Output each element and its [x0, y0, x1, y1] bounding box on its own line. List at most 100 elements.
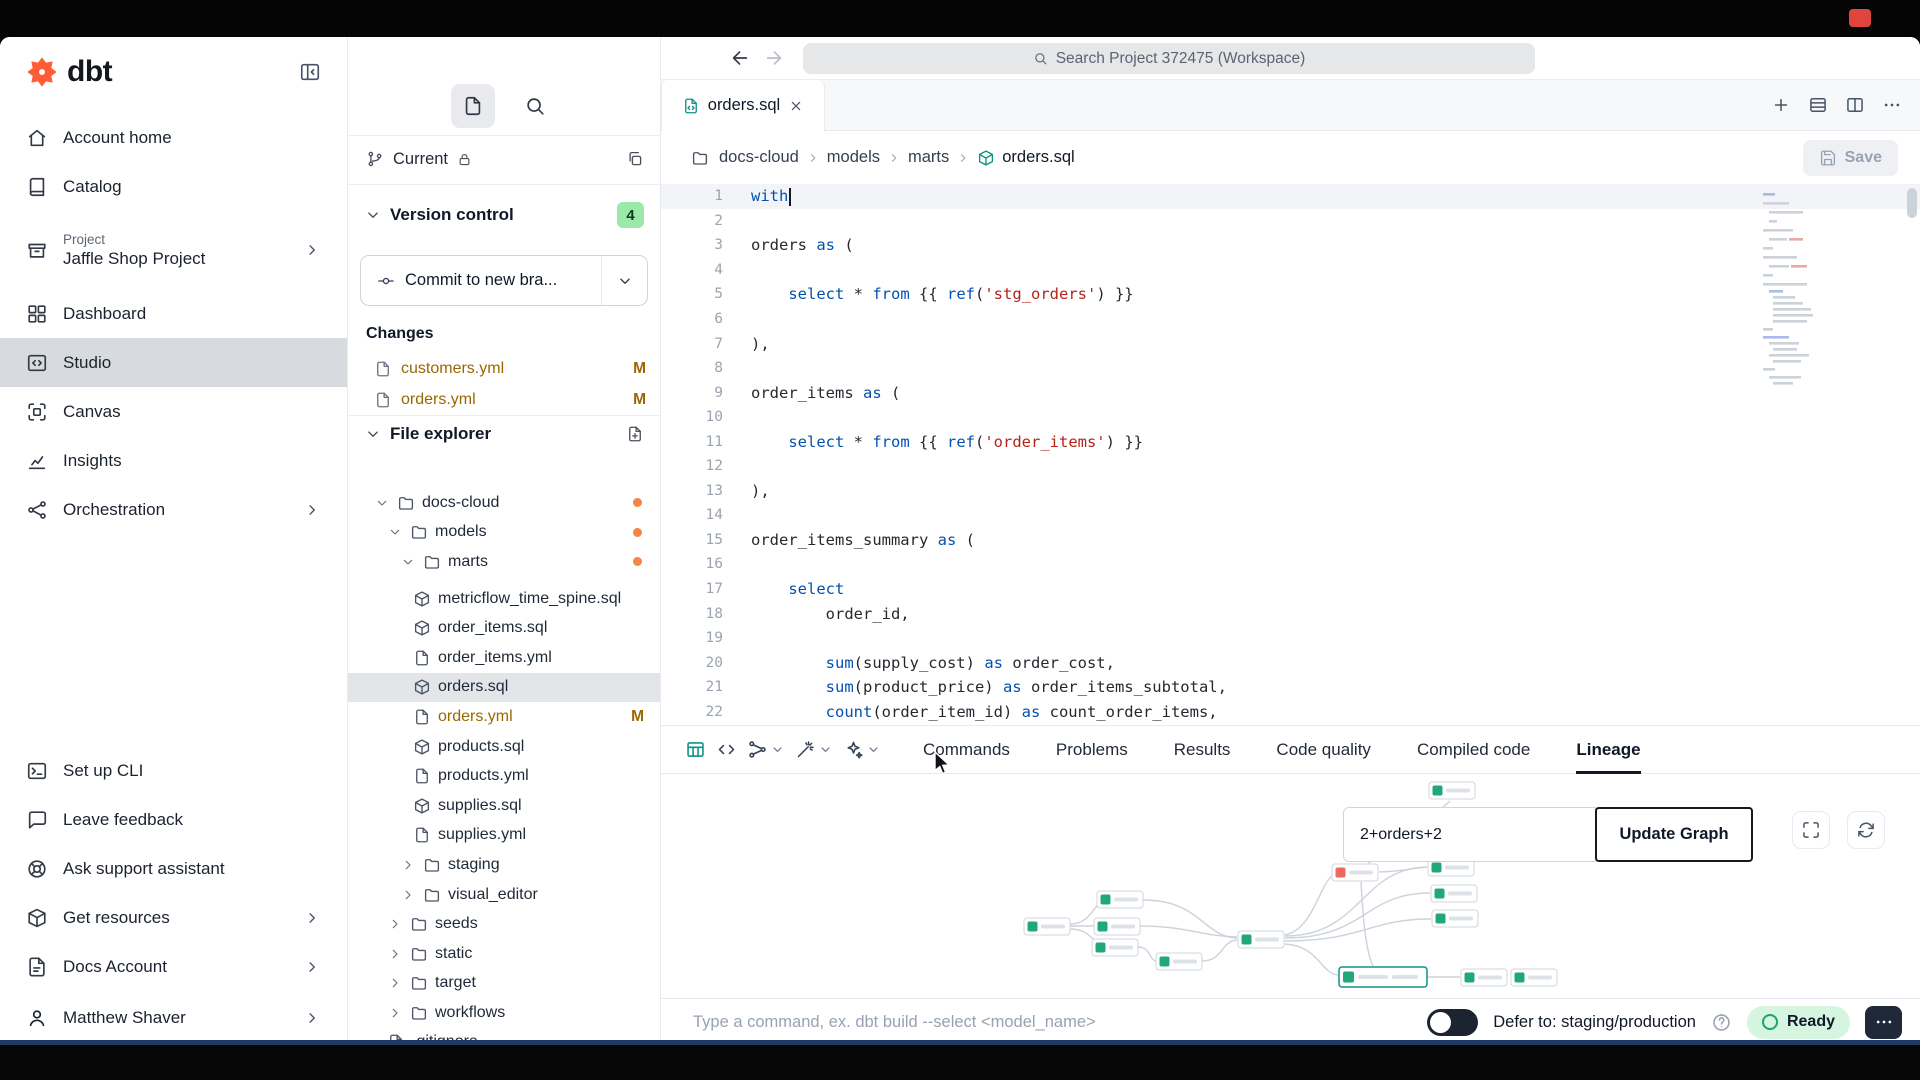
sidebar-item-jaffle-shop-project[interactable]: ProjectJaffle Shop Project — [0, 211, 347, 289]
code-line-21[interactable]: 21 sum(product_price) as order_items_sub… — [661, 675, 1920, 700]
new-file-icon[interactable] — [626, 425, 644, 443]
open-editors-icon[interactable] — [1808, 95, 1828, 115]
code-line-4[interactable]: 4 — [661, 258, 1920, 283]
sidebar-item-set-up-cli[interactable]: Set up CLI — [0, 746, 347, 795]
commit-button[interactable]: Commit to new bra... — [360, 255, 648, 306]
breadcrumb-item[interactable]: marts — [908, 148, 949, 167]
code-line-19[interactable]: 19 — [661, 626, 1920, 651]
new-tab-icon[interactable] — [1771, 95, 1791, 115]
sidebar-item-get-resources[interactable]: Get resources — [0, 893, 347, 942]
tab-orders-sql[interactable]: orders.sql — [661, 80, 825, 131]
panel-tab-compiled-code[interactable]: Compiled code — [1417, 726, 1530, 773]
code-line-16[interactable]: 16 — [661, 552, 1920, 577]
search-files-button[interactable] — [513, 84, 557, 128]
tree-item-supplies-yml[interactable]: supplies.yml — [348, 821, 660, 851]
tree-item-metricflow-time-spine-sql[interactable]: metricflow_time_spine.sql — [348, 584, 660, 614]
build-dropdown[interactable] — [747, 739, 785, 760]
sidebar-item-ask-support-assistant[interactable]: Ask support assistant — [0, 844, 347, 893]
breadcrumb-item[interactable]: models — [827, 148, 880, 167]
command-input[interactable]: Type a command, ex. dbt build --select <… — [693, 1013, 1096, 1032]
code-line-3[interactable]: 3orders as ( — [661, 233, 1920, 258]
files-view-button[interactable] — [451, 84, 495, 128]
panel-tab-problems[interactable]: Problems — [1056, 726, 1128, 773]
sidebar-item-orchestration[interactable]: Orchestration — [0, 485, 347, 534]
fullscreen-button[interactable] — [1792, 811, 1830, 849]
project-search[interactable]: Search Project 372475 (Workspace) — [803, 43, 1535, 74]
refresh-graph-button[interactable] — [1847, 811, 1885, 849]
version-control-section-header[interactable]: Version control 4 — [364, 197, 644, 233]
code-line-22[interactable]: 22 count(order_item_id) as count_order_i… — [661, 699, 1920, 724]
tree-item-visual-editor[interactable]: visual_editor — [348, 880, 660, 910]
sidebar-item-catalog[interactable]: Catalog — [0, 162, 347, 211]
minimap[interactable] — [1759, 190, 1849, 400]
tree-item-orders-sql[interactable]: orders.sql — [348, 673, 660, 703]
panel-tab-results[interactable]: Results — [1174, 726, 1231, 773]
code-line-7[interactable]: 7), — [661, 331, 1920, 356]
tree-item-workflows[interactable]: workflows — [348, 998, 660, 1028]
code-line-13[interactable]: 13), — [661, 479, 1920, 504]
tree-item-marts[interactable]: marts — [348, 547, 660, 577]
code-line-14[interactable]: 14 — [661, 503, 1920, 528]
sidebar-item-docs-account[interactable]: Docs Account — [0, 942, 347, 991]
code-line-10[interactable]: 10 — [661, 405, 1920, 430]
collapse-sidebar-icon[interactable] — [299, 61, 321, 83]
breadcrumb-item[interactable]: docs-cloud — [719, 148, 799, 167]
help-icon[interactable] — [1711, 1012, 1732, 1033]
close-tab-icon[interactable] — [788, 98, 804, 114]
update-graph-button[interactable]: Update Graph — [1595, 807, 1753, 862]
sidebar-item-leave-feedback[interactable]: Leave feedback — [0, 795, 347, 844]
format-dropdown[interactable] — [795, 739, 833, 760]
status-badge[interactable]: Ready — [1747, 1006, 1850, 1039]
sidebar-item-account-home[interactable]: Account home — [0, 113, 347, 162]
code-line-5[interactable]: 5 select * from {{ ref('stg_orders') }} — [661, 282, 1920, 307]
file-explorer-section-header[interactable]: File explorer — [364, 418, 644, 450]
tree-item-docs-cloud[interactable]: docs-cloud — [348, 488, 660, 518]
panel-tab-commands[interactable]: Commands — [923, 726, 1010, 773]
tree-item-staging[interactable]: staging — [348, 850, 660, 880]
code-line-9[interactable]: 9order_items as ( — [661, 380, 1920, 405]
code-line-6[interactable]: 6 — [661, 307, 1920, 332]
panel-tab-code-quality[interactable]: Code quality — [1276, 726, 1371, 773]
preview-table-button[interactable] — [685, 739, 706, 760]
save-button[interactable]: Save — [1803, 140, 1898, 176]
split-editor-icon[interactable] — [1845, 95, 1865, 115]
changed-file-customers-yml[interactable]: customers.ymlM — [348, 353, 660, 384]
compile-code-button[interactable] — [716, 739, 737, 760]
changed-file-orders-yml[interactable]: orders.ymlM — [348, 384, 660, 415]
defer-toggle[interactable] — [1427, 1009, 1478, 1036]
code-line-17[interactable]: 17 select — [661, 577, 1920, 602]
fix-dropdown[interactable] — [843, 739, 881, 760]
code-line-20[interactable]: 20 sum(supply_cost) as order_cost, — [661, 650, 1920, 675]
code-line-12[interactable]: 12 — [661, 454, 1920, 479]
commit-options-button[interactable] — [601, 256, 647, 305]
user-menu[interactable]: Matthew Shaver — [0, 991, 347, 1045]
sidebar-item-dashboard[interactable]: Dashboard — [0, 289, 347, 338]
back-button[interactable] — [729, 47, 751, 69]
code-line-15[interactable]: 15order_items_summary as ( — [661, 528, 1920, 553]
code-line-1[interactable]: 1with — [661, 184, 1920, 209]
tree-item-products-yml[interactable]: products.yml — [348, 761, 660, 791]
tree-item-orders-yml[interactable]: orders.ymlM — [348, 702, 660, 732]
more-actions-button[interactable] — [1865, 1006, 1902, 1039]
code-line-11[interactable]: 11 select * from {{ ref('order_items') }… — [661, 429, 1920, 454]
tree-item-seeds[interactable]: seeds — [348, 909, 660, 939]
code-line-2[interactable]: 2 — [661, 209, 1920, 234]
sidebar-item-canvas[interactable]: Canvas — [0, 387, 347, 436]
panel-tab-lineage[interactable]: Lineage — [1576, 726, 1640, 773]
tree-item-order-items-yml[interactable]: order_items.yml — [348, 643, 660, 673]
code-line-18[interactable]: 18 order_id, — [661, 601, 1920, 626]
sidebar-item-insights[interactable]: Insights — [0, 436, 347, 485]
tree-item-supplies-sql[interactable]: supplies.sql — [348, 791, 660, 821]
copy-icon[interactable] — [626, 150, 644, 168]
code-line-8[interactable]: 8 — [661, 356, 1920, 381]
tree-item-target[interactable]: target — [348, 969, 660, 999]
forward-button[interactable] — [763, 47, 785, 69]
code-editor[interactable]: 1with23orders as (45 select * from {{ re… — [661, 184, 1920, 725]
tree-item-order-items-sql[interactable]: order_items.sql — [348, 613, 660, 643]
editor-scrollbar[interactable] — [1907, 188, 1917, 218]
more-options-icon[interactable] — [1882, 95, 1902, 115]
sidebar-item-studio[interactable]: Studio — [0, 338, 347, 387]
tree-item-static[interactable]: static — [348, 939, 660, 969]
tree-item-products-sql[interactable]: products.sql — [348, 732, 660, 762]
lineage-selector-input[interactable]: 2+orders+2 — [1343, 807, 1596, 862]
